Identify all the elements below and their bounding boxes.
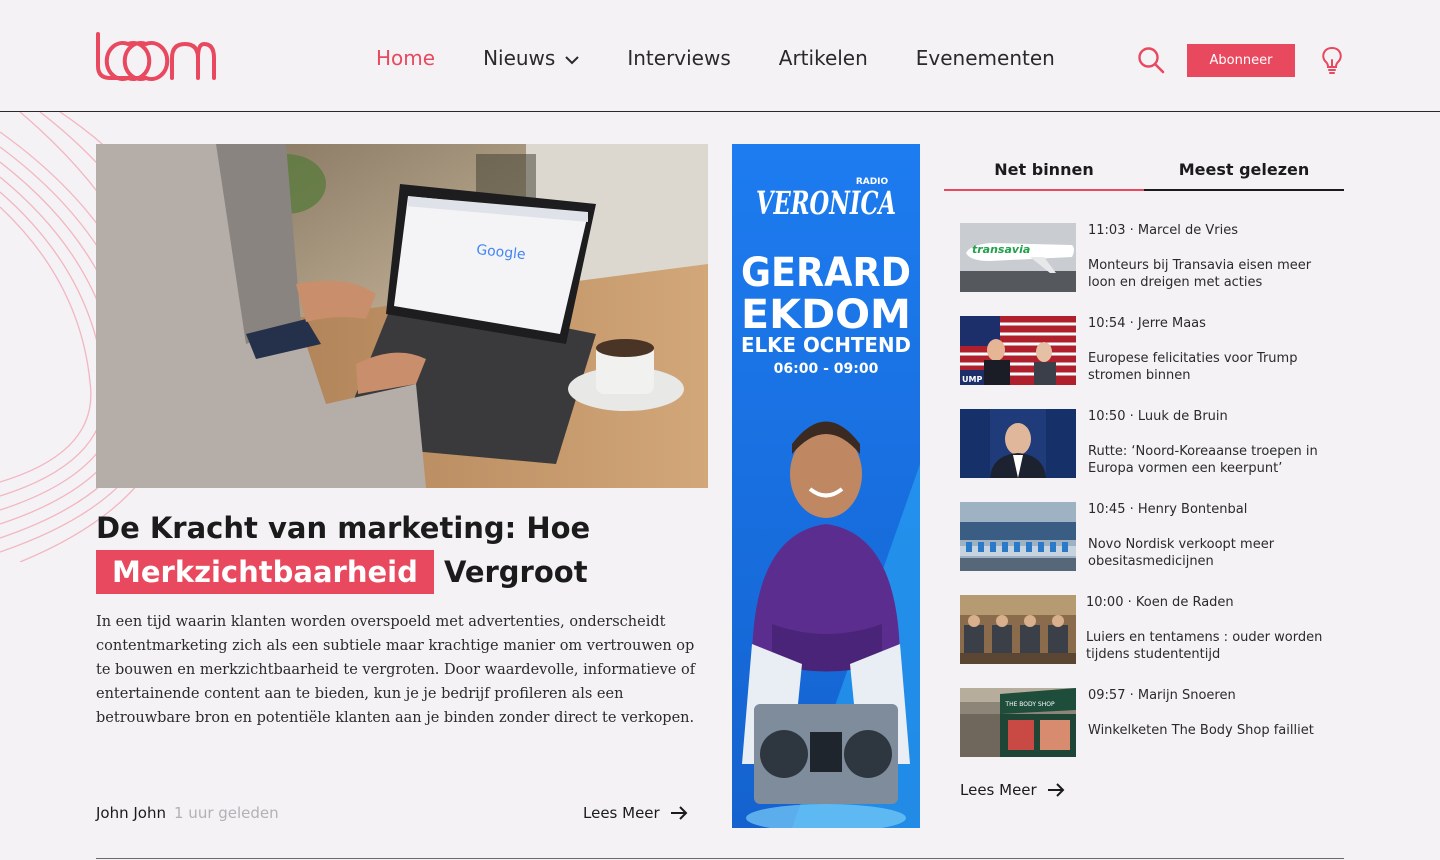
sidebar-read-more-label: Lees Meer	[960, 781, 1037, 799]
feed-item[interactable]: UMP 10:54 · Jerre Maas Europese felicita…	[960, 316, 1344, 409]
featured-title-part1: De Kracht van marketing: Hoe	[96, 511, 591, 545]
feed-thumbnail-students	[960, 595, 1076, 664]
arrow-right-icon	[670, 806, 688, 820]
nav-nieuws-label: Nieuws	[483, 46, 556, 70]
feed-headline: Luiers en tentamens : ouder worden tijde…	[1086, 630, 1323, 662]
search-button[interactable]	[1137, 46, 1165, 74]
feed-headline: Novo Nordisk verkoopt meer obesitasmedic…	[1088, 537, 1275, 569]
chevron-down-icon	[565, 55, 580, 64]
feed-meta: 11:03 · Marcel de Vries	[1088, 223, 1238, 238]
nato-thumbnail	[960, 409, 1076, 478]
ad-line1: GERARD	[741, 250, 911, 296]
tab-net-binnen[interactable]: Net binnen	[944, 156, 1144, 191]
feed-meta: 10:54 · Jerre Maas	[1088, 316, 1206, 331]
airplane-thumbnail: transavia	[960, 223, 1076, 292]
arrow-right-icon	[1047, 783, 1065, 797]
search-icon	[1138, 47, 1165, 74]
featured-title-part2: Vergroot	[443, 555, 588, 589]
featured-meta: John John 1 uur geleden	[96, 804, 279, 822]
news-feed: transavia 11:03 · Marcel de Vries Monteu…	[960, 223, 1344, 781]
subscribe-button[interactable]: Abonneer	[1187, 44, 1295, 77]
nav-evenementen[interactable]: Evenementen	[916, 46, 1055, 70]
featured-excerpt: In een tijd waarin klanten worden oversp…	[96, 614, 696, 726]
feed-item[interactable]: 10:00 · Koen de Raden Luiers en tentamen…	[960, 595, 1344, 688]
factory-thumbnail	[960, 502, 1076, 571]
nav-interviews-label: Interviews	[627, 46, 731, 70]
feed-meta: 10:50 · Luuk de Bruin	[1088, 409, 1228, 424]
feed-headline: Rutte: ‘Noord-Koreaanse troepen in Europ…	[1088, 444, 1318, 476]
thumb-transavia-text: transavia	[972, 243, 1030, 256]
site-header: Home Nieuws Interviews Artikelen Eveneme…	[0, 0, 1440, 112]
feed-item[interactable]: transavia 11:03 · Marcel de Vries Monteu…	[960, 223, 1344, 316]
exam-hall-thumbnail	[960, 595, 1076, 664]
laptop-photo: Google	[96, 144, 708, 488]
main-nav: Home Nieuws Interviews Artikelen Eveneme…	[376, 46, 1103, 70]
ad-hours: 06:00 - 09:00	[774, 361, 879, 377]
logo-mark	[96, 32, 216, 81]
nav-artikelen[interactable]: Artikelen	[779, 46, 868, 70]
feed-headline: Winkelketen The Body Shop failliet	[1088, 723, 1314, 738]
featured-title[interactable]: De Kracht van marketing: Hoe Merkzichtba…	[96, 508, 716, 594]
storefront-thumbnail: THE BODY SHOP	[960, 688, 1076, 757]
sidebar-tabs: Net binnen Meest gelezen	[944, 156, 1344, 191]
featured-author[interactable]: John John	[96, 804, 166, 822]
loom-logo[interactable]	[94, 30, 218, 87]
featured-image[interactable]: Google	[96, 144, 708, 488]
feed-meta: 09:57 · Marijn Snoeren	[1088, 688, 1236, 703]
feed-item[interactable]: THE BODY SHOP 09:57 · Marijn Snoeren Win…	[960, 688, 1344, 781]
radio-veronica-ad[interactable]: RADIO VERONICA GERARD EKDOM ELKE OCHTEND…	[732, 144, 920, 828]
feed-headline: Monteurs bij Transavia eisen meer loon e…	[1088, 258, 1312, 290]
lightbulb-icon	[1322, 46, 1342, 74]
featured-read-more-label: Lees Meer	[583, 804, 660, 822]
featured-read-more[interactable]: Lees Meer	[583, 804, 688, 822]
feed-thumbnail-novo	[960, 502, 1076, 571]
nav-artikelen-label: Artikelen	[778, 46, 868, 70]
nav-home-label: Home	[376, 46, 436, 70]
feed-meta: 10:00 · Koen de Raden	[1086, 595, 1234, 610]
feed-item[interactable]: 10:45 · Henry Bontenbal Novo Nordisk ver…	[960, 502, 1344, 595]
ad-artwork: RADIO VERONICA GERARD EKDOM ELKE OCHTEND…	[732, 144, 920, 828]
ad-brand: VERONICA	[756, 184, 896, 222]
feed-item[interactable]: 10:50 · Luuk de Bruin Rutte: ‘Noord-Kore…	[960, 409, 1344, 502]
feed-thumbnail-bodyshop: THE BODY SHOP	[960, 688, 1076, 757]
nav-nieuws[interactable]: Nieuws	[483, 46, 580, 70]
tab-meest-gelezen[interactable]: Meest gelezen	[1144, 156, 1344, 189]
sidebar-read-more[interactable]: Lees Meer	[960, 781, 1065, 799]
featured-time: 1 uur geleden	[174, 804, 279, 822]
feed-meta: 10:45 · Henry Bontenbal	[1088, 502, 1248, 517]
feed-headline: Europese felicitaties voor Trump stromen…	[1088, 351, 1298, 383]
thumb-bodyshop-text: THE BODY SHOP	[1004, 701, 1055, 708]
nav-interviews[interactable]: Interviews	[627, 46, 730, 70]
bottom-divider	[96, 858, 1344, 859]
ad-line3: ELKE OCHTEND	[741, 333, 911, 357]
feed-thumbnail-rutte	[960, 409, 1076, 478]
ad-line2: EKDOM	[741, 292, 911, 338]
thumb-ump-text: UMP	[962, 375, 982, 384]
featured-title-highlight: Merkzichtbaarheid	[96, 550, 434, 594]
feed-thumbnail-trump: UMP	[960, 316, 1076, 385]
idea-button[interactable]	[1320, 46, 1344, 74]
feed-thumbnail-transavia: transavia	[960, 223, 1076, 292]
nav-home[interactable]: Home	[376, 46, 435, 70]
flags-thumbnail: UMP	[960, 316, 1076, 385]
nav-evenementen-label: Evenementen	[915, 46, 1055, 70]
